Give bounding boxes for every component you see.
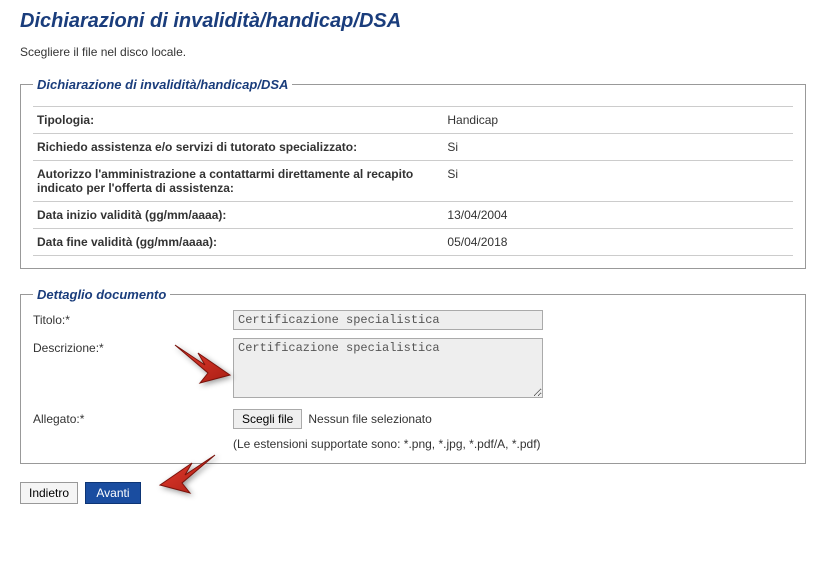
descrizione-row: Descrizione:* <box>33 338 793 401</box>
table-row: Data inizio validità (gg/mm/aaaa): 13/04… <box>33 202 793 229</box>
indietro-button[interactable]: Indietro <box>20 482 78 504</box>
row-label: Data fine validità (gg/mm/aaaa): <box>33 229 443 256</box>
row-label: Tipologia: <box>33 107 443 134</box>
table-row: Tipologia: Handicap <box>33 107 793 134</box>
row-label: Richiedo assistenza e/o servizi di tutor… <box>33 134 443 161</box>
descrizione-textarea[interactable] <box>233 338 543 398</box>
scegli-file-button[interactable]: Scegli file <box>233 409 302 429</box>
row-value: 05/04/2018 <box>443 229 793 256</box>
declaration-legend: Dichiarazione di invalidità/handicap/DSA <box>33 77 292 92</box>
page-subtitle: Scegliere il file nel disco locale. <box>20 45 806 59</box>
allegato-label: Allegato:* <box>33 409 233 426</box>
actions-row: Indietro Avanti <box>20 482 806 504</box>
row-label: Autorizzo l'amministrazione a contattarm… <box>33 161 443 202</box>
row-value: Si <box>443 161 793 202</box>
document-fieldset: Dettaglio documento Titolo:* Descrizione… <box>20 287 806 464</box>
table-row: Autorizzo l'amministrazione a contattarm… <box>33 161 793 202</box>
file-status: Nessun file selezionato <box>308 412 431 426</box>
declaration-table: Tipologia: Handicap Richiedo assistenza … <box>33 106 793 256</box>
allegato-row: Allegato:* Scegli file Nessun file selez… <box>33 409 793 429</box>
descrizione-label: Descrizione:* <box>33 338 233 355</box>
row-value: 13/04/2004 <box>443 202 793 229</box>
row-value: Si <box>443 134 793 161</box>
table-row: Data fine validità (gg/mm/aaaa): 05/04/2… <box>33 229 793 256</box>
row-label: Data inizio validità (gg/mm/aaaa): <box>33 202 443 229</box>
page-title: Dichiarazioni di invalidità/handicap/DSA <box>20 10 806 33</box>
titolo-row: Titolo:* <box>33 310 793 330</box>
table-row: Richiedo assistenza e/o servizi di tutor… <box>33 134 793 161</box>
document-legend: Dettaglio documento <box>33 287 170 302</box>
extensions-note: (Le estensioni supportate sono: *.png, *… <box>233 437 793 451</box>
declaration-fieldset: Dichiarazione di invalidità/handicap/DSA… <box>20 77 806 269</box>
row-value: Handicap <box>443 107 793 134</box>
titolo-input[interactable] <box>233 310 543 330</box>
avanti-button[interactable]: Avanti <box>85 482 140 504</box>
titolo-label: Titolo:* <box>33 310 233 327</box>
